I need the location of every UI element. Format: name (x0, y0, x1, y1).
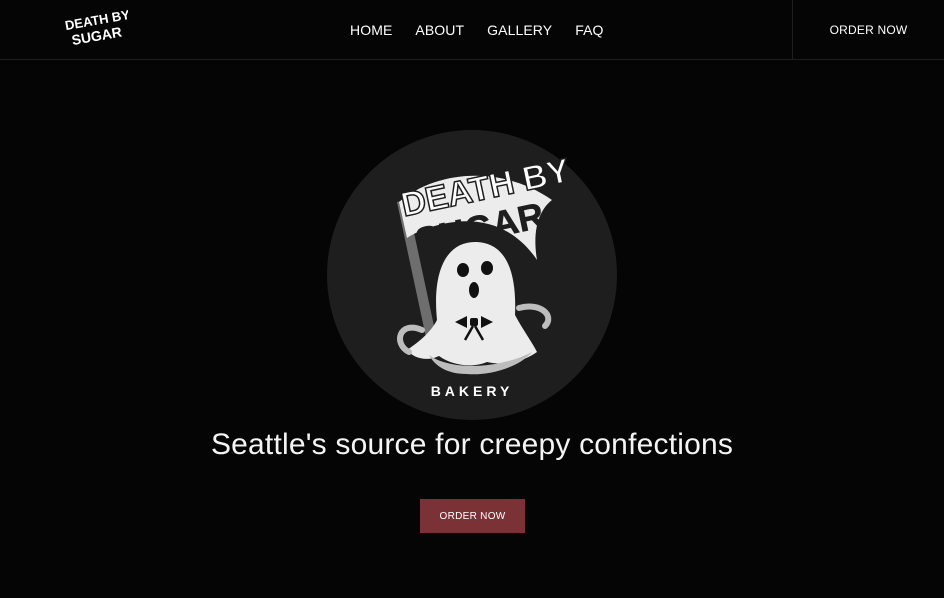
hero-order-now-button[interactable]: ORDER NOW (420, 499, 525, 533)
nav-link-faq[interactable]: FAQ (563, 0, 614, 60)
hero-logo: DEATH BY SUGAR BAKERY (327, 130, 617, 420)
top-navbar: DEATH BY SUGAR HOME ABOUT GALLERY FAQ OR… (0, 0, 944, 60)
nav-link-gallery[interactable]: GALLERY (475, 0, 563, 60)
hero-section: DEATH BY SUGAR BAKERY Seattle's source f… (0, 61, 944, 598)
nav-logo[interactable]: DEATH BY SUGAR (62, 8, 128, 48)
hero-tagline: Seattle's source for creepy confections (210, 428, 734, 461)
nav-order-now-button[interactable]: ORDER NOW (793, 0, 944, 60)
hero-logo-sub: BAKERY (431, 383, 514, 399)
nav-link-home[interactable]: HOME (338, 0, 403, 60)
nav-link-about[interactable]: ABOUT (403, 0, 475, 60)
main-nav: HOME ABOUT GALLERY FAQ (338, 0, 615, 60)
